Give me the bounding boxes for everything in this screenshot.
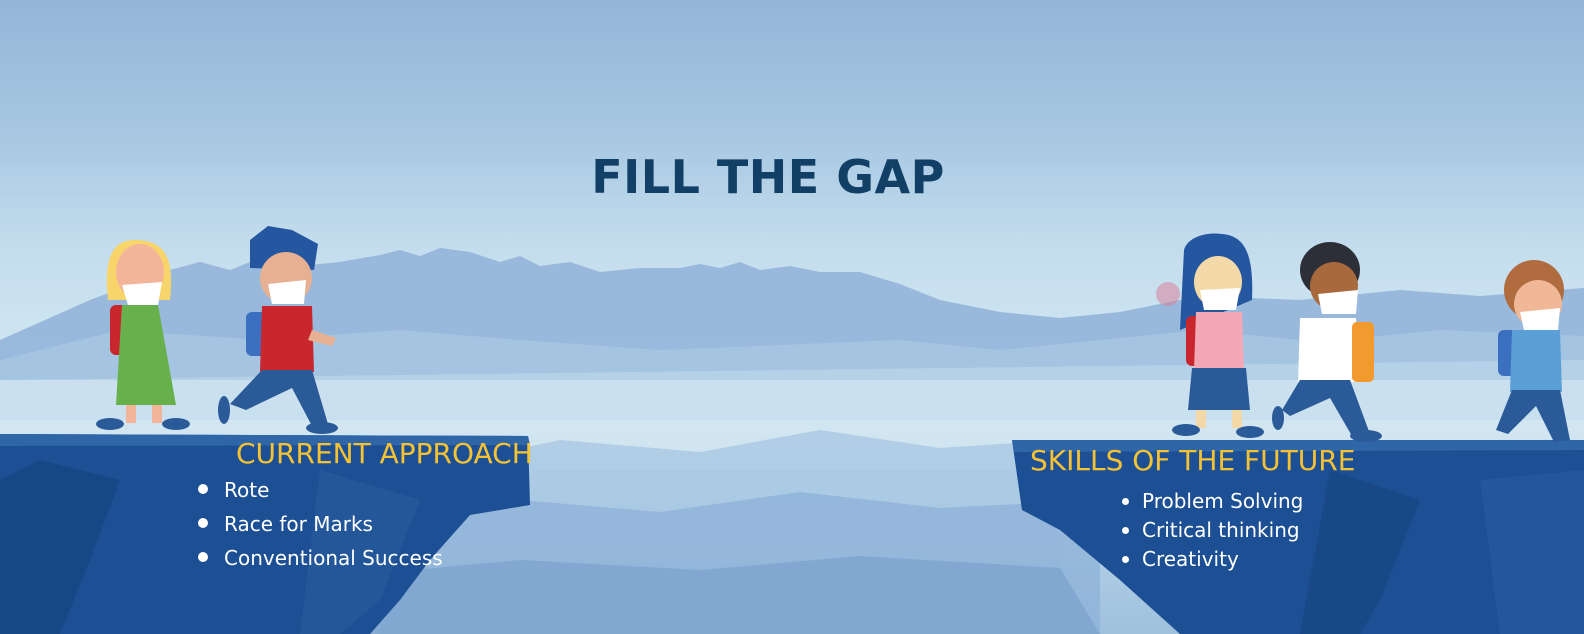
skills-of-the-future-heading: SKILLS OF THE FUTURE	[1030, 444, 1356, 477]
list-item: Critical thinking	[1120, 516, 1303, 545]
valley-hills-3	[360, 556, 1100, 634]
skills-of-the-future-block: SKILLS OF THE FUTURE	[1030, 444, 1355, 477]
list-item: Race for Marks	[198, 507, 443, 541]
list-item: Creativity	[1120, 545, 1303, 574]
list-item: Problem Solving	[1120, 487, 1303, 516]
skills-of-the-future-list: Problem Solving Critical thinking Creati…	[1120, 487, 1303, 574]
current-approach-list: Rote Race for Marks Conventional Success	[198, 473, 443, 575]
list-item: Conventional Success	[198, 541, 443, 575]
gap-banner-scene: FILL THE GAP CURRENT APPROACH Rote Race …	[0, 0, 1584, 634]
list-item: Rote	[198, 473, 443, 507]
current-approach-heading: CURRENT APPROACH	[236, 437, 533, 470]
page-title: FILL THE GAP	[591, 150, 945, 204]
current-approach-block: CURRENT APPROACH	[236, 437, 533, 470]
